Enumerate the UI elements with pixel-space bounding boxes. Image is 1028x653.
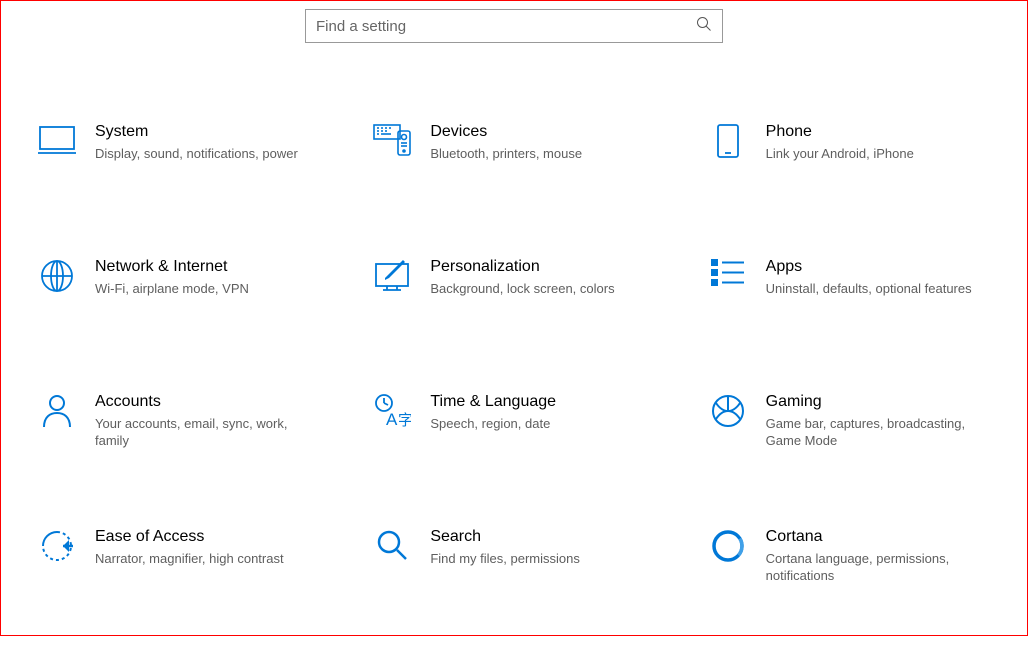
category-desc: Wi-Fi, airplane mode, VPN [95,280,249,297]
category-desc: Your accounts, email, sync, work, family [95,415,306,449]
category-title: Devices [430,121,582,143]
category-desc: Game bar, captures, broadcasting, Game M… [766,415,977,449]
category-cortana[interactable]: Cortana Cortana language, permissions, n… [682,518,1017,653]
accounts-icon [21,391,93,429]
category-system[interactable]: System Display, sound, notifications, po… [11,113,346,248]
cortana-icon [692,526,764,564]
devices-icon [356,121,428,157]
search-category-icon [356,526,428,562]
category-ease-of-access[interactable]: Ease of Access Narrator, magnifier, high… [11,518,346,653]
category-title: Time & Language [430,391,556,413]
system-icon [21,121,93,155]
category-personalization[interactable]: Personalization Background, lock screen,… [346,248,681,383]
category-time-language[interactable]: A 字 Time & Language Speech, region, date [346,383,681,518]
category-title: Accounts [95,391,306,413]
category-title: Gaming [766,391,977,413]
category-phone[interactable]: Phone Link your Android, iPhone [682,113,1017,248]
category-title: Personalization [430,256,614,278]
category-devices[interactable]: Devices Bluetooth, printers, mouse [346,113,681,248]
category-desc: Speech, region, date [430,415,556,432]
settings-grid: System Display, sound, notifications, po… [1,43,1027,653]
svg-text:A: A [386,410,398,429]
search-input[interactable] [316,18,696,35]
category-title: Network & Internet [95,256,249,278]
ease-of-access-icon [21,526,93,564]
category-title: Cortana [766,526,977,548]
category-title: System [95,121,298,143]
search-icon [696,16,712,37]
svg-text:字: 字 [398,412,411,429]
category-gaming[interactable]: Gaming Game bar, captures, broadcasting,… [682,383,1017,518]
category-desc: Background, lock screen, colors [430,280,614,297]
category-title: Phone [766,121,914,143]
search-container [1,1,1027,43]
gaming-icon [692,391,764,429]
category-desc: Narrator, magnifier, high contrast [95,550,284,567]
category-network[interactable]: Network & Internet Wi-Fi, airplane mode,… [11,248,346,383]
time-language-icon: A 字 [356,391,428,429]
category-title: Search [430,526,580,548]
category-desc: Bluetooth, printers, mouse [430,145,582,162]
network-icon [21,256,93,294]
category-accounts[interactable]: Accounts Your accounts, email, sync, wor… [11,383,346,518]
category-apps[interactable]: Apps Uninstall, defaults, optional featu… [682,248,1017,383]
category-desc: Cortana language, permissions, notificat… [766,550,977,584]
category-title: Apps [766,256,972,278]
category-desc: Link your Android, iPhone [766,145,914,162]
category-title: Ease of Access [95,526,284,548]
phone-icon [692,121,764,159]
personalization-icon [356,256,428,292]
category-search[interactable]: Search Find my files, permissions [346,518,681,653]
category-desc: Find my files, permissions [430,550,580,567]
apps-icon [692,256,764,288]
search-box[interactable] [305,9,723,43]
category-desc: Uninstall, defaults, optional features [766,280,972,297]
category-desc: Display, sound, notifications, power [95,145,298,162]
